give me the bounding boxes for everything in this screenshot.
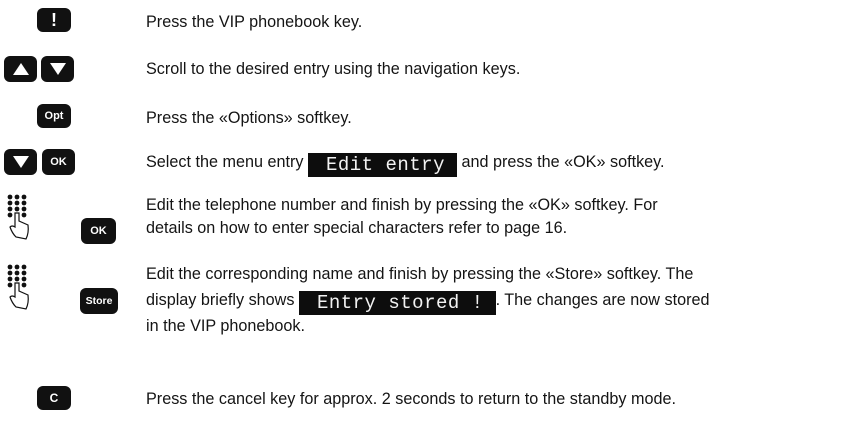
step-4-text: Select the menu entry Edit entry and pre… bbox=[146, 150, 859, 177]
display-entry-stored: Entry stored ! bbox=[298, 291, 496, 315]
step-5: OK Edit the telephone number and finish … bbox=[0, 188, 867, 248]
step-1-text: Press the VIP phonebook key. bbox=[146, 13, 363, 31]
step-4-text-before: Select the menu entry bbox=[146, 153, 304, 171]
step-2: Scroll to the desired entry using the na… bbox=[0, 44, 867, 88]
keypad-icon bbox=[7, 194, 29, 240]
step-6-line-1: Edit the corresponding name and finish b… bbox=[146, 265, 694, 283]
step-5-line-2: details on how to enter special characte… bbox=[146, 219, 568, 237]
step-5-line-1: Edit the telephone number and finish by … bbox=[146, 196, 658, 214]
down-arrow-key[interactable] bbox=[4, 149, 37, 175]
cancel-key[interactable]: C bbox=[37, 386, 71, 410]
up-arrow-icon bbox=[12, 63, 29, 75]
keypad-icon bbox=[7, 264, 29, 310]
step-6-line-2-before: display briefly shows bbox=[146, 291, 295, 309]
step-6-line-2: display briefly shows Entry stored !. Th… bbox=[146, 288, 859, 315]
step-6-line-3: in the VIP phonebook. bbox=[146, 317, 306, 335]
step-4: OK Select the menu entry Edit entry and … bbox=[0, 137, 867, 181]
step-4-text-after: and press the «OK» softkey. bbox=[461, 153, 665, 171]
ok-softkey[interactable]: OK bbox=[81, 218, 116, 244]
step-3: Opt Press the «Options» softkey. bbox=[0, 96, 867, 136]
vip-phonebook-key[interactable]: ! bbox=[37, 8, 71, 32]
down-arrow-key[interactable] bbox=[41, 56, 74, 82]
step-6: Store Edit the corresponding name and fi… bbox=[0, 260, 867, 370]
step-6-line-2-after: . The changes are now stored bbox=[495, 291, 710, 309]
options-softkey[interactable]: Opt bbox=[37, 104, 71, 128]
step-2-text: Scroll to the desired entry using the na… bbox=[146, 60, 521, 78]
store-softkey[interactable]: Store bbox=[80, 288, 118, 314]
up-arrow-key[interactable] bbox=[4, 56, 37, 82]
step-1: ! Press the VIP phonebook key. bbox=[0, 0, 867, 44]
down-arrow-icon bbox=[49, 63, 66, 75]
display-edit-entry: Edit entry bbox=[307, 153, 457, 177]
down-arrow-icon bbox=[12, 156, 29, 168]
step-3-text: Press the «Options» softkey. bbox=[146, 109, 352, 127]
ok-softkey[interactable]: OK bbox=[42, 149, 75, 175]
step-7-text: Press the cancel key for approx. 2 secon… bbox=[146, 390, 676, 408]
step-7: C Press the cancel key for approx. 2 sec… bbox=[0, 374, 867, 418]
